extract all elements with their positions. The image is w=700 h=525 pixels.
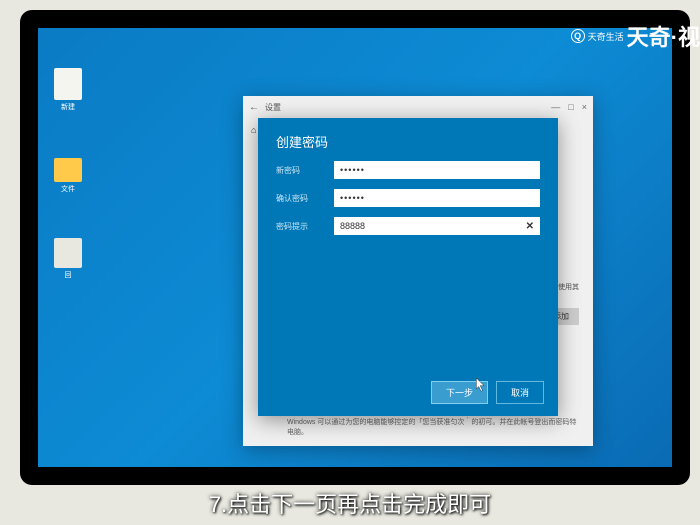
window-title: 设置 xyxy=(261,102,551,113)
watermark-icon: Q xyxy=(571,29,585,43)
desktop-icon-file[interactable]: 新建 xyxy=(52,68,84,112)
icon-label: 新建 xyxy=(52,102,84,112)
folder-icon xyxy=(54,158,82,182)
watermark-top-right: Q 天奇生活 天奇·视 xyxy=(571,20,700,52)
icon-label: 回 xyxy=(52,270,84,280)
hint-input[interactable]: 88888 ✕ xyxy=(334,217,540,235)
back-icon[interactable]: ← xyxy=(249,102,261,113)
icon-label: 文件 xyxy=(52,184,84,194)
password-dots: •••••• xyxy=(340,165,365,175)
subtitle-text: 7.点击下一页再点击完成即可 xyxy=(0,487,700,519)
next-button[interactable]: 下一步 xyxy=(431,381,488,404)
desktop-icon-folder[interactable]: 文件 xyxy=(52,158,84,194)
cancel-button[interactable]: 取消 xyxy=(496,381,544,404)
desktop-icon-trash[interactable]: 回 xyxy=(52,238,84,280)
clear-icon[interactable]: ✕ xyxy=(526,221,534,232)
window-titlebar[interactable]: ← 设置 — □ × xyxy=(243,96,593,118)
password-dots: •••••• xyxy=(340,193,365,203)
hint-value: 88888 xyxy=(340,221,365,231)
password-form: 新密码 •••••• 确认密码 •••••• 密码提示 88888 ✕ xyxy=(258,161,558,235)
watermark-sub: 天奇生活 xyxy=(588,30,624,43)
confirm-password-row: 确认密码 •••••• xyxy=(276,189,540,207)
close-button[interactable]: × xyxy=(582,102,587,112)
dialog-buttons: 下一步 取消 xyxy=(431,381,544,404)
dialog-title: 创建密码 xyxy=(258,118,558,161)
desktop-screen: 新建 文件 回 ← 设置 — □ × ⌂ 主页 xyxy=(38,28,672,467)
trash-icon xyxy=(54,238,82,268)
new-password-input[interactable]: •••••• xyxy=(334,161,540,179)
hint-row: 密码提示 88888 ✕ xyxy=(276,217,540,235)
confirm-password-label: 确认密码 xyxy=(276,193,334,204)
home-icon[interactable]: ⌂ xyxy=(251,125,256,135)
confirm-password-input[interactable]: •••••• xyxy=(334,189,540,207)
create-password-dialog: 创建密码 新密码 •••••• 确认密码 •••••• 密码提示 xyxy=(258,118,558,416)
maximize-button[interactable]: □ xyxy=(568,102,573,112)
watermark-main: 天奇·视 xyxy=(627,20,700,52)
monitor-frame: 新建 文件 回 ← 设置 — □ × ⌂ 主页 xyxy=(20,10,690,485)
minimize-button[interactable]: — xyxy=(551,102,560,112)
footer-note: Windows 可以通过为您的电脑能够控定的「您当获准匀次｀的初可。并在此帐号登… xyxy=(287,418,579,438)
hint-label: 密码提示 xyxy=(276,221,334,232)
new-password-label: 新密码 xyxy=(276,165,334,176)
new-password-row: 新密码 •••••• xyxy=(276,161,540,179)
file-icon xyxy=(54,68,82,100)
